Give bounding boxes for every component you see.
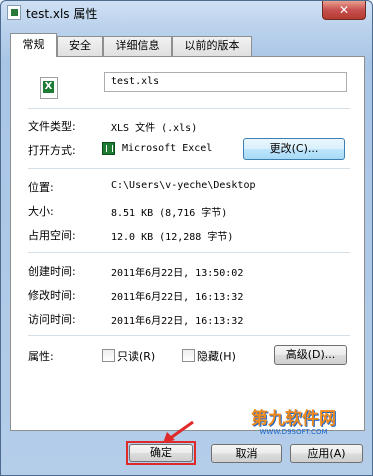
tab-security[interactable]: 安全 xyxy=(57,36,103,56)
readonly-checkbox[interactable] xyxy=(102,349,115,362)
modified-label: 修改时间: xyxy=(28,289,76,302)
apply-button[interactable]: 应用(A) xyxy=(290,444,363,463)
watermark-logo: 第九软件网 WWW.D9SOFT.COM xyxy=(251,404,336,436)
excel-file-icon xyxy=(7,5,21,20)
divider xyxy=(28,335,350,336)
tab-details-label: 详细信息 xyxy=(115,39,160,52)
close-icon: ✕ xyxy=(338,3,350,17)
close-button[interactable]: ✕ xyxy=(322,1,366,20)
tab-previous-versions-label: 以前的版本 xyxy=(184,39,240,52)
tab-previous-versions[interactable]: 以前的版本 xyxy=(172,36,252,56)
change-button-label: 更改(C)... xyxy=(269,142,319,155)
size-on-disk-label: 占用空间: xyxy=(28,229,76,242)
advanced-button-label: 高级(D)... xyxy=(285,348,336,361)
tab-security-label: 安全 xyxy=(69,39,91,52)
created-label: 创建时间: xyxy=(28,265,76,278)
watermark-brand: 第九软件网 xyxy=(251,409,336,429)
hidden-label[interactable]: 隐藏(H) xyxy=(197,348,236,364)
cancel-button-label: 取消 xyxy=(235,447,258,460)
file-type-label: 文件类型: xyxy=(28,120,76,133)
tab-general[interactable]: 常规 xyxy=(10,33,57,57)
file-name-field[interactable]: test.xls xyxy=(104,72,347,92)
readonly-label[interactable]: 只读(R) xyxy=(117,348,155,364)
size-value: 8.51 KB (8,716 字节) xyxy=(111,208,228,219)
change-button[interactable]: 更改(C)... xyxy=(243,138,345,160)
file-type-value: XLS 文件 (.xls) xyxy=(111,123,198,134)
created-value: 2011年6月22日, 13:50:02 xyxy=(111,268,244,279)
ok-button[interactable]: 确定 xyxy=(129,444,193,462)
location-label: 位置: xyxy=(28,181,54,194)
size-label: 大小: xyxy=(28,205,54,218)
attributes-label: 属性: xyxy=(28,350,54,363)
open-with-value: Microsoft Excel xyxy=(122,143,213,154)
window-title: test.xls 属性 xyxy=(26,7,98,21)
excel-app-icon xyxy=(102,142,115,155)
location-value: C:\Users\v-yeche\Desktop xyxy=(111,180,256,191)
hidden-checkbox[interactable] xyxy=(182,349,195,362)
cancel-button[interactable]: 取消 xyxy=(211,444,282,463)
divider xyxy=(28,168,350,169)
divider xyxy=(28,108,350,109)
divider xyxy=(28,252,350,253)
ok-button-label: 确定 xyxy=(150,446,172,459)
excel-document-icon xyxy=(40,77,58,99)
accessed-label: 访问时间: xyxy=(28,313,76,326)
apply-button-label: 应用(A) xyxy=(307,447,346,460)
title-bar[interactable]: test.xls 属性 ✕ xyxy=(1,1,372,25)
properties-window: test.xls 属性 ✕ 常规 安全 详细信息 以前的版本 test.xls … xyxy=(0,0,373,476)
advanced-button[interactable]: 高级(D)... xyxy=(274,345,347,365)
accessed-value: 2011年6月22日, 16:13:32 xyxy=(111,316,244,327)
open-with-label: 打开方式: xyxy=(28,144,76,157)
tab-details[interactable]: 详细信息 xyxy=(103,36,172,56)
watermark-url: WWW.D9SOFT.COM xyxy=(259,428,328,436)
modified-value: 2011年6月22日, 16:13:32 xyxy=(111,292,244,303)
general-panel: test.xls 文件类型: XLS 文件 (.xls) 打开方式: Micro… xyxy=(10,56,365,431)
tab-general-label: 常规 xyxy=(22,38,45,51)
size-on-disk-value: 12.0 KB (12,288 字节) xyxy=(111,232,234,243)
